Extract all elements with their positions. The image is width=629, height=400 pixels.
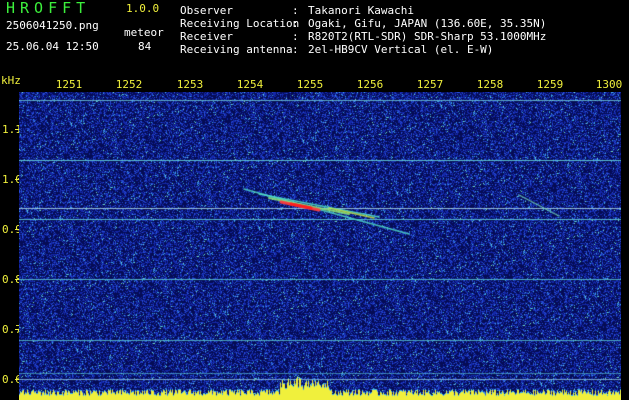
info-key: Receiving Location [180, 17, 300, 30]
x-tick-label: 1252 [115, 78, 143, 91]
x-tick-label: 1255 [296, 78, 324, 91]
info-separator: : [292, 30, 299, 43]
x-tick-label: 1251 [55, 78, 83, 91]
hrofft-window: HROFFT 1.0.0 2506041250.png 25.06.04 12:… [0, 0, 629, 400]
info-value: R820T2(RTL-SDR) SDR-Sharp 53.1000MHz [308, 30, 547, 43]
x-tick-label: 1258 [476, 78, 504, 91]
info-row-observer: Observer : Takanori Kawachi [180, 4, 546, 17]
info-separator: : [292, 17, 299, 30]
date-time: 25.06.04 12:50 [6, 40, 99, 53]
category-label: meteor [124, 26, 164, 39]
info-key: Receiving antenna [180, 43, 293, 56]
info-key: Receiver [180, 30, 233, 43]
x-tick-label: 1259 [536, 78, 564, 91]
spectrogram-display [19, 92, 621, 400]
info-key: Observer [180, 4, 233, 17]
app-title: HROFFT [6, 0, 91, 17]
app-version: 1.0.0 [126, 2, 160, 15]
info-separator: : [292, 4, 299, 17]
x-tick-label: 1300 [595, 78, 623, 91]
x-tick-label: 1257 [416, 78, 444, 91]
info-value: 2el-HB9CV Vertical (el. E-W) [308, 43, 494, 56]
info-row-antenna: Receiving antenna : 2el-HB9CV Vertical (… [180, 43, 546, 56]
info-row-location: Receiving Location : Ogaki, Gifu, JAPAN … [180, 17, 546, 30]
info-value: Takanori Kawachi [308, 4, 414, 17]
info-row-receiver: Receiver : R820T2(RTL-SDR) SDR-Sharp 53.… [180, 30, 546, 43]
station-info: Observer : Takanori Kawachi Receiving Lo… [180, 4, 546, 56]
y-axis-unit: kHz [1, 74, 21, 87]
spectrogram-canvas [19, 92, 621, 400]
info-value: Ogaki, Gifu, JAPAN (136.60E, 35.35N) [308, 17, 547, 30]
x-tick-label: 1253 [176, 78, 204, 91]
x-tick-label: 1254 [236, 78, 264, 91]
info-separator: : [292, 43, 299, 56]
x-tick-label: 1256 [356, 78, 384, 91]
category-count: 84 [138, 40, 152, 53]
file-name: 2506041250.png [6, 19, 99, 32]
